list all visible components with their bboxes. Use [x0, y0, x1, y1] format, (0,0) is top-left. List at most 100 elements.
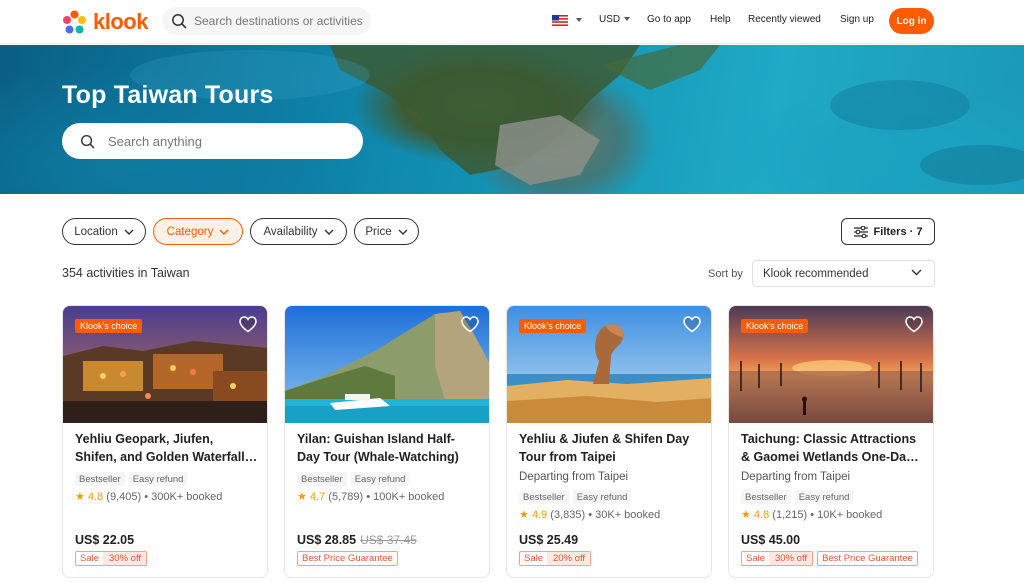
all-filters-button[interactable]: Filters · 7 — [841, 218, 935, 245]
filters-count-label: Filters · 7 — [873, 225, 923, 238]
best-price-guarantee-label: Best Price Guarantee — [297, 551, 398, 566]
chevron-down-icon — [911, 269, 922, 276]
category-filter-chip[interactable]: Category — [153, 218, 243, 245]
activity-image: Klook's choice — [507, 306, 711, 423]
hero-search-input[interactable]: Search anything — [62, 123, 363, 159]
log-in-button[interactable]: Log in — [889, 8, 934, 34]
original-price: US$ 37.45 — [360, 533, 417, 547]
sale-label: Sale — [524, 553, 544, 564]
logo-text: klook — [93, 9, 148, 34]
sale-promo: Sale 30% off — [741, 551, 814, 566]
availability-filter-chip[interactable]: Availability — [250, 218, 347, 245]
klooks-choice-badge: Klook's choice — [741, 319, 809, 333]
bestseller-tag: Bestseller — [741, 490, 791, 504]
discount-label: 30% off — [103, 552, 147, 565]
activity-title-line: Taichung: Classic Attractions — [741, 432, 917, 446]
currency-label: USD — [599, 14, 621, 25]
bestseller-tag: Bestseller — [519, 490, 569, 504]
activity-price: US$ 25.49 — [519, 533, 578, 547]
go-to-app-link[interactable]: Go to app — [647, 14, 691, 25]
easy-refund-tag: Easy refund — [350, 472, 410, 486]
activity-rating: ★ 4.9 (3,835) • 30K+ booked — [519, 508, 660, 521]
sort-select[interactable]: Klook recommended — [752, 260, 935, 287]
activity-image: Klook's choice — [63, 306, 267, 423]
availability-filter-label: Availability — [263, 225, 318, 238]
chevron-down-icon — [219, 229, 229, 235]
activity-tags: Bestseller Easy refund — [741, 490, 854, 504]
recently-viewed-link[interactable]: Recently viewed — [748, 14, 821, 25]
global-search-placeholder: Search destinations or activities — [194, 14, 363, 28]
activity-rating: ★ 4.7 (5,789) • 100K+ booked — [297, 490, 444, 503]
sliders-icon — [853, 225, 868, 238]
activity-card[interactable]: Klook's choice Yehliu Geopark, Jiufen, S… — [62, 305, 268, 578]
search-icon — [172, 14, 187, 29]
easy-refund-tag: Easy refund — [794, 490, 854, 504]
klooks-choice-badge: Klook's choice — [75, 319, 143, 333]
sign-up-link[interactable]: Sign up — [840, 14, 874, 25]
klook-logo-icon — [63, 10, 86, 33]
rating-score: 4.8 — [87, 491, 104, 503]
sale-promo: Sale 20% off — [519, 551, 592, 566]
star-icon: ★ — [75, 491, 85, 503]
help-link[interactable]: Help — [710, 14, 731, 25]
rating-score: 4.9 — [531, 509, 548, 521]
review-count: (1,215) — [772, 509, 808, 521]
activity-card[interactable]: Klook's choice Yehliu & Jiufen & Shifen … — [506, 305, 712, 578]
category-filter-label: Category — [166, 225, 214, 238]
currency-dropdown[interactable]: USD — [599, 14, 631, 25]
chevron-down-icon — [324, 229, 334, 235]
booked-count: • 300K+ booked — [144, 491, 223, 503]
us-flag-icon[interactable] — [552, 15, 568, 26]
promo-labels: Sale 30% off — [75, 551, 148, 566]
language-dropdown[interactable] — [572, 15, 582, 26]
booked-count: • 100K+ booked — [366, 491, 445, 503]
booked-count: • 30K+ booked — [588, 509, 661, 521]
activity-title-line: Yehliu & Jiufen & Shifen Day — [519, 432, 690, 446]
current-price: US$ 25.49 — [519, 533, 579, 547]
review-count: (3,835) — [550, 509, 586, 521]
search-icon — [80, 134, 95, 148]
activity-rating: ★ 4.8 (1,215) • 10K+ booked — [741, 508, 882, 521]
easy-refund-tag: Easy refund — [128, 472, 188, 486]
activity-tags: Bestseller Easy refund — [519, 490, 632, 504]
klooks-choice-badge: Klook's choice — [519, 319, 587, 333]
heart-icon[interactable] — [683, 316, 701, 333]
coastline-aerial-image — [130, 45, 1024, 185]
activity-tags: Bestseller Easy refund — [75, 472, 188, 486]
activity-title-line: Day Tour (Whale-Watching) — [297, 450, 459, 464]
klook-logo[interactable]: klook — [62, 9, 148, 35]
review-count: (5,789) — [328, 491, 364, 503]
heart-icon[interactable] — [461, 316, 479, 333]
star-icon: ★ — [519, 509, 529, 521]
promo-labels: Sale 30% off Best Price Guarantee — [741, 551, 918, 566]
activity-card[interactable]: Yilan: Guishan Island Half- Day Tour (Wh… — [284, 305, 490, 578]
hero-search-placeholder: Search anything — [108, 133, 202, 149]
page-title: Top Taiwan Tours — [62, 81, 274, 109]
promo-labels: Best Price Guarantee — [297, 551, 398, 566]
chevron-down-icon — [124, 229, 134, 235]
star-icon: ★ — [741, 509, 751, 521]
star-icon: ★ — [297, 491, 307, 503]
current-price: US$ 28.85 — [297, 533, 357, 547]
promo-labels: Sale 20% off — [519, 551, 592, 566]
activity-title-line: & Gaomei Wetlands One-Day Tour — [741, 450, 925, 464]
activity-price: US$ 22.05 — [75, 533, 134, 547]
guishan-island-image — [285, 306, 489, 423]
discount-label: 30% off — [769, 552, 813, 565]
activity-card[interactable]: Klook's choice Taichung: Classic Attract… — [728, 305, 934, 578]
top-navigation-bar: klook Search destinations or activities … — [0, 0, 1024, 44]
location-filter-label: Location — [74, 225, 118, 238]
heart-icon[interactable] — [239, 316, 257, 333]
price-filter-chip[interactable]: Price — [354, 218, 419, 245]
sort-by-label: Sort by — [708, 268, 743, 280]
activity-price: US$ 45.00 — [741, 533, 800, 547]
price-filter-label: Price — [365, 225, 392, 238]
global-search-input[interactable]: Search destinations or activities — [162, 7, 371, 35]
activity-price: US$ 28.85 US$ 37.45 — [297, 533, 417, 547]
heart-icon[interactable] — [905, 316, 923, 333]
results-count: 354 activities in Taiwan — [62, 266, 190, 280]
chevron-down-icon — [398, 229, 408, 235]
chevron-down-icon — [576, 18, 582, 23]
sale-promo: Sale 30% off — [75, 551, 148, 566]
location-filter-chip[interactable]: Location — [62, 218, 146, 245]
